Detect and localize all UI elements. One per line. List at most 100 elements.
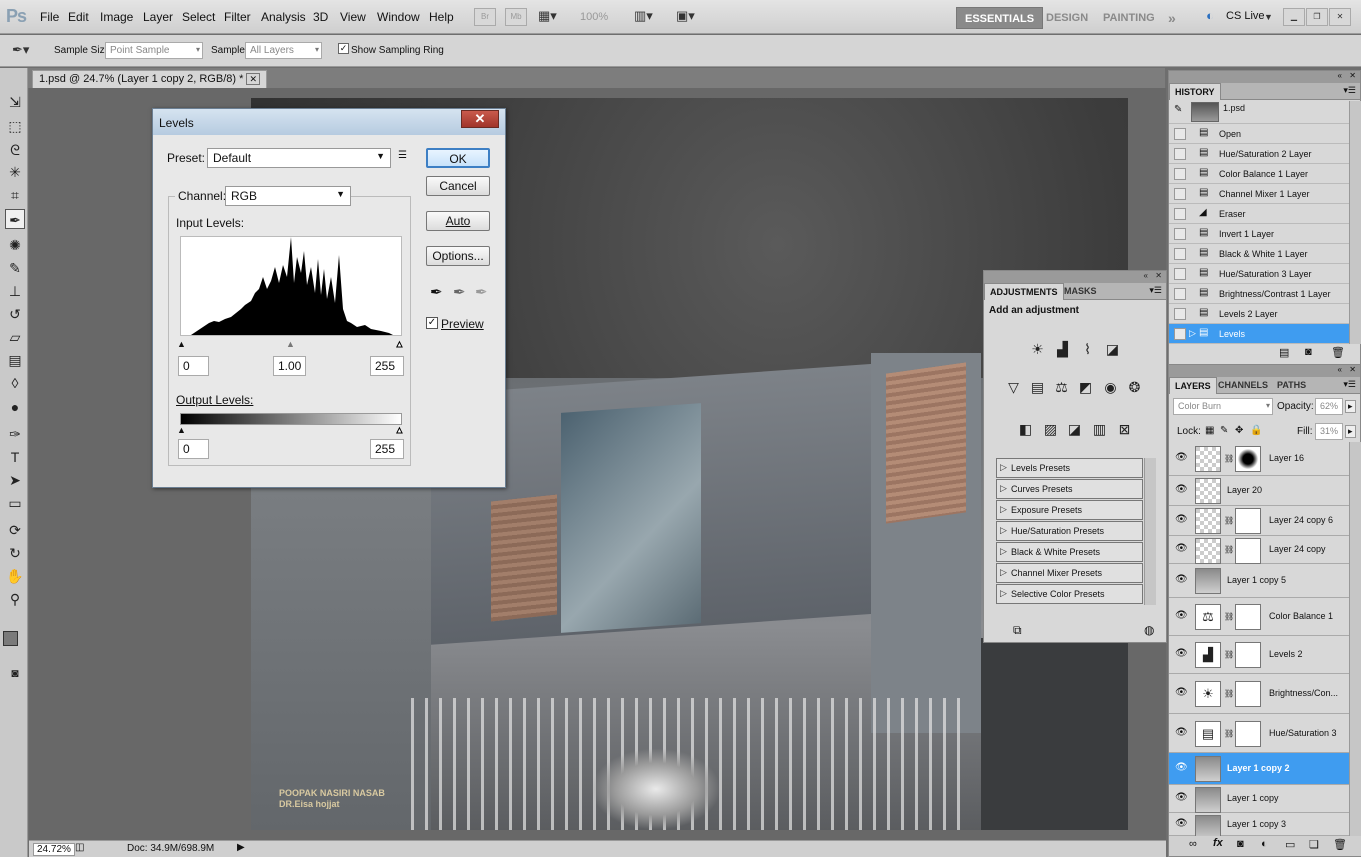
layer-visibility-icon[interactable]: 👁 xyxy=(1175,762,1188,773)
path-selection-tool-icon[interactable]: ➤ xyxy=(5,470,25,490)
layer-row[interactable]: 👁 ⛓ Layer 24 copy 6 xyxy=(1169,506,1349,536)
history-brush-source-checkbox[interactable] xyxy=(1174,148,1186,160)
layer-mask-thumbnail[interactable] xyxy=(1235,681,1261,707)
lock-all-icon[interactable]: 🔒 xyxy=(1250,425,1262,436)
history-state[interactable]: ▤ Channel Mixer 1 Layer xyxy=(1169,184,1349,204)
menu-3d[interactable]: 3D xyxy=(313,10,328,24)
fill-slider-arrow-icon[interactable]: ▸ xyxy=(1345,425,1356,438)
close-panel-icon[interactable]: ✕ xyxy=(1349,365,1356,374)
history-snapshot[interactable]: ✎ 1.psd xyxy=(1169,101,1349,124)
type-tool-icon[interactable]: T xyxy=(5,447,25,467)
3d-orbit-tool-icon[interactable]: ↻ xyxy=(5,543,25,563)
layer-thumbnail[interactable] xyxy=(1195,508,1221,534)
healing-brush-tool-icon[interactable]: ✺ xyxy=(5,235,25,255)
layer-visibility-icon[interactable]: 👁 xyxy=(1175,452,1188,463)
close-panel-icon[interactable]: ✕ xyxy=(1349,71,1356,80)
layer-mask-thumbnail[interactable] xyxy=(1235,538,1261,564)
panel-menu-icon[interactable]: ▾☰ xyxy=(1343,379,1356,390)
marquee-tool-icon[interactable]: ⬚ xyxy=(5,116,25,136)
brightness-contrast-icon[interactable]: ☀ xyxy=(1028,340,1047,359)
layer-row[interactable]: 👁 ▟ ⛓ Levels 2 xyxy=(1169,636,1349,674)
tab-channels[interactable]: CHANNELS xyxy=(1213,377,1273,394)
history-brush-source-checkbox[interactable] xyxy=(1174,128,1186,140)
preset-options-icon[interactable]: ☰ xyxy=(398,150,407,161)
move-tool-icon[interactable]: ⇲ xyxy=(5,92,25,112)
preset-select[interactable]: Default ▼ xyxy=(207,148,391,168)
layer-thumbnail[interactable] xyxy=(1195,478,1221,504)
history-brush-source-checkbox[interactable] xyxy=(1174,248,1186,260)
brush-tool-icon[interactable]: ✎ xyxy=(5,258,25,278)
sample-layers-select[interactable]: All Layers ▾ xyxy=(245,42,322,59)
lock-image-icon[interactable]: ✎ xyxy=(1220,425,1228,436)
status-menu-arrow-icon[interactable]: ▶ xyxy=(237,842,245,853)
history-brush-source-checkbox[interactable] xyxy=(1174,168,1186,180)
view-extras-icon[interactable]: ▦▾ xyxy=(538,8,557,24)
workspace-essentials[interactable]: ESSENTIALS xyxy=(956,7,1044,29)
cs-live-menu[interactable]: CS Live xyxy=(1226,10,1265,22)
hue-saturation-presets-item[interactable]: ▷ Hue/Saturation Presets xyxy=(996,521,1143,541)
menu-image[interactable]: Image xyxy=(100,10,133,24)
zoom-tool-icon[interactable]: ⚲ xyxy=(5,589,25,609)
arrange-documents-icon[interactable]: ▥▾ xyxy=(634,8,653,24)
layer-row[interactable]: 👁 ☀ ⛓ Brightness/Con... xyxy=(1169,674,1349,714)
magic-wand-tool-icon[interactable]: ✳ xyxy=(5,162,25,182)
menu-view[interactable]: View xyxy=(340,10,366,24)
layer-mask-thumbnail[interactable] xyxy=(1235,642,1261,668)
layer-visibility-icon[interactable]: 👁 xyxy=(1175,610,1188,621)
gray-point-eyedropper-icon[interactable]: ✒ xyxy=(453,283,466,301)
menu-window[interactable]: Window xyxy=(377,10,420,24)
white-point-eyedropper-icon[interactable]: ✒ xyxy=(475,283,488,301)
panel-menu-icon[interactable]: ▾☰ xyxy=(1149,285,1162,296)
adjustments-panel-header[interactable]: «✕ xyxy=(984,271,1166,283)
adjustment-layer-icon[interactable]: ☀ xyxy=(1195,681,1221,707)
curves-icon[interactable]: ⌇ xyxy=(1078,340,1097,359)
crop-tool-icon[interactable]: ⌗ xyxy=(5,185,25,205)
layer-mask-thumbnail[interactable] xyxy=(1235,508,1261,534)
layer-mask-thumbnail[interactable] xyxy=(1235,604,1261,630)
eraser-tool-icon[interactable]: ▱ xyxy=(5,327,25,347)
preview-checkbox[interactable]: ✓ xyxy=(426,317,438,329)
layer-row[interactable]: 👁 ⛓ Layer 24 copy xyxy=(1169,536,1349,564)
layer-mask-thumbnail[interactable] xyxy=(1235,720,1261,747)
curves-presets-item[interactable]: ▷ Curves Presets xyxy=(996,479,1143,499)
clip-to-layer-icon[interactable]: ◍ xyxy=(1144,623,1154,637)
color-balance-icon[interactable]: ⚖ xyxy=(1052,378,1071,397)
output-white-field[interactable]: 255 xyxy=(370,439,404,459)
mask-link-icon[interactable]: ⛓ xyxy=(1224,612,1234,621)
history-brush-source-checkbox[interactable] xyxy=(1174,268,1186,280)
gradient-map-icon[interactable]: ▥ xyxy=(1090,420,1109,439)
black-white-icon[interactable]: ◩ xyxy=(1076,378,1095,397)
collapse-panel-icon[interactable]: « xyxy=(1338,71,1342,80)
panel-menu-icon[interactable]: ▾☰ xyxy=(1343,85,1356,96)
history-scrollbar[interactable] xyxy=(1349,101,1361,344)
history-state[interactable]: ◢ Eraser xyxy=(1169,204,1349,224)
history-brush-source-checkbox[interactable] xyxy=(1174,288,1186,300)
close-tab-icon[interactable]: ✕ xyxy=(246,73,260,85)
layer-thumbnail[interactable] xyxy=(1195,756,1221,782)
mask-link-icon[interactable]: ⛓ xyxy=(1224,545,1234,554)
restore-button[interactable]: ❐ xyxy=(1306,8,1328,26)
layer-thumbnail[interactable] xyxy=(1195,787,1221,813)
mask-link-icon[interactable]: ⛓ xyxy=(1224,729,1234,738)
history-state[interactable]: ▤ Levels 2 Layer xyxy=(1169,304,1349,324)
output-white-slider[interactable]: ▲ xyxy=(395,425,405,435)
presets-scrollbar[interactable] xyxy=(1144,458,1156,605)
hue-saturation-icon[interactable]: ▤ xyxy=(1028,378,1047,397)
rectangle-tool-icon[interactable]: ▭ xyxy=(5,493,25,513)
exposure-presets-item[interactable]: ▷ Exposure Presets xyxy=(996,500,1143,520)
layer-row[interactable]: 👁 Layer 1 copy 3 xyxy=(1169,813,1349,841)
history-brush-source-checkbox[interactable] xyxy=(1174,308,1186,320)
mask-link-icon[interactable]: ⛓ xyxy=(1224,650,1234,659)
output-black-field[interactable]: 0 xyxy=(178,439,209,459)
status-preview-icon[interactable]: ◫ xyxy=(75,842,84,853)
foreground-color-swatch[interactable] xyxy=(3,631,18,646)
quick-mask-icon[interactable]: ◙ xyxy=(5,663,25,683)
new-document-from-state-icon[interactable]: ▤ xyxy=(1279,346,1289,359)
layer-thumbnail[interactable] xyxy=(1195,538,1221,564)
history-state[interactable]: ▤ Color Balance 1 Layer xyxy=(1169,164,1349,184)
history-panel-header[interactable]: «✕ xyxy=(1169,71,1360,83)
adjustment-layer-icon[interactable]: ▟ xyxy=(1195,642,1221,668)
new-group-icon[interactable]: ▭ xyxy=(1285,838,1295,851)
layer-row[interactable]: 👁 ⛓ Layer 16 xyxy=(1169,442,1349,476)
history-state[interactable]: ▤ Open xyxy=(1169,124,1349,144)
